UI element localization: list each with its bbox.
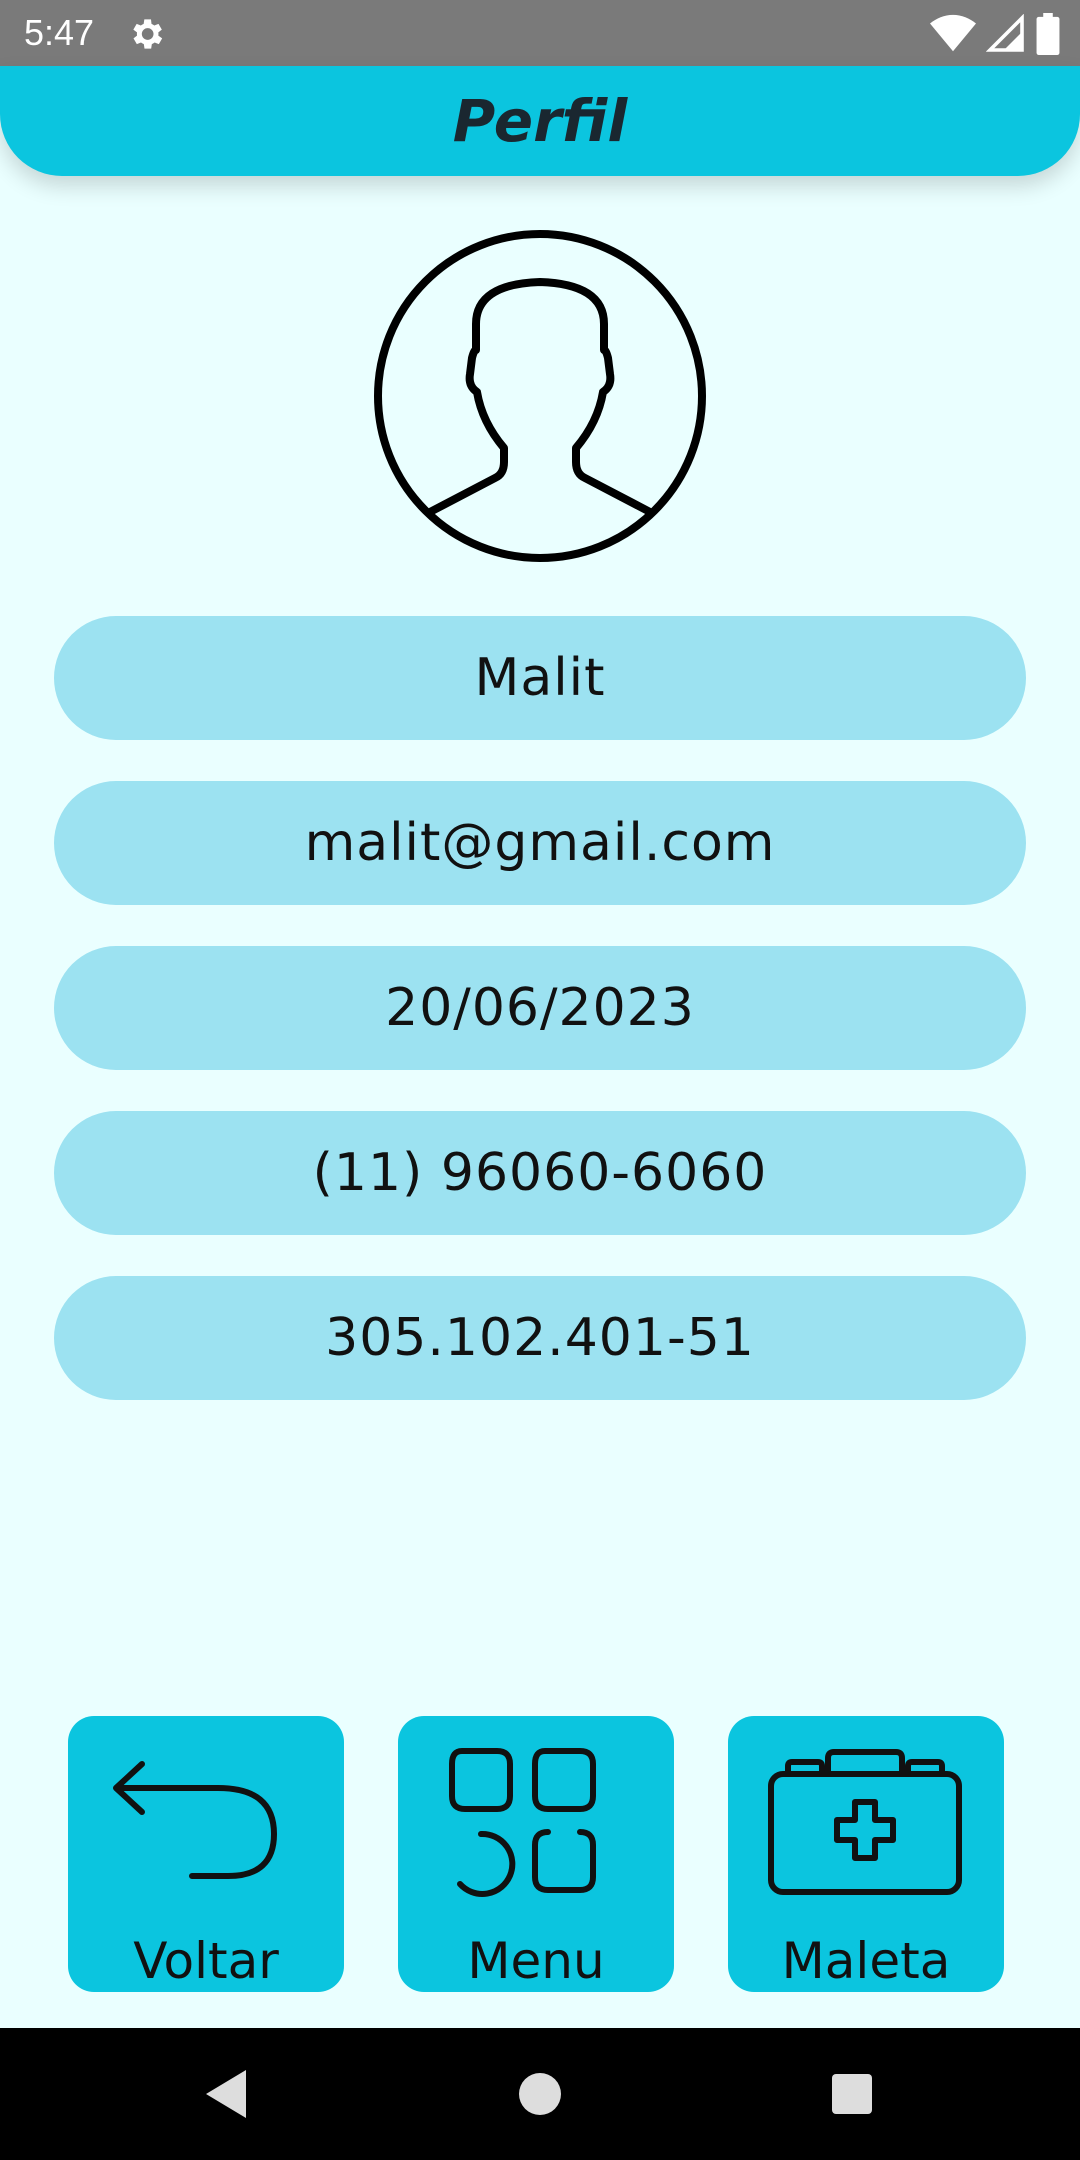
back-label: Voltar: [133, 1932, 279, 1990]
app-bar: Perfil: [0, 66, 1080, 176]
name-field[interactable]: Malit: [54, 616, 1026, 740]
menu-label: Menu: [467, 1932, 605, 1990]
user-avatar-icon: [374, 230, 706, 562]
battery-icon: [1036, 13, 1060, 55]
date-field[interactable]: 20/06/2023: [54, 946, 1026, 1070]
kit-button[interactable]: Maleta: [728, 1716, 1004, 1992]
menu-button[interactable]: Menu: [398, 1716, 674, 1992]
back-button[interactable]: Voltar: [68, 1716, 344, 1992]
back-triangle-icon[interactable]: [168, 2028, 288, 2160]
kit-label: Maleta: [781, 1932, 951, 1990]
phone-field[interactable]: (11) 96060-6060: [54, 1111, 1026, 1235]
recents-square-icon[interactable]: [792, 2028, 912, 2160]
status-bar: 5:47: [0, 0, 1080, 66]
cpf-field[interactable]: 305.102.401-51: [54, 1276, 1026, 1400]
page-title: Perfil: [452, 87, 628, 155]
email-field[interactable]: malit@gmail.com: [54, 781, 1026, 905]
gear-icon: [133, 19, 163, 49]
signal-icon: [986, 14, 1024, 52]
system-navigation-bar: [0, 2028, 1080, 2160]
home-circle-icon[interactable]: [480, 2028, 600, 2160]
wifi-icon: [930, 14, 976, 52]
status-time: 5:47: [24, 12, 95, 53]
